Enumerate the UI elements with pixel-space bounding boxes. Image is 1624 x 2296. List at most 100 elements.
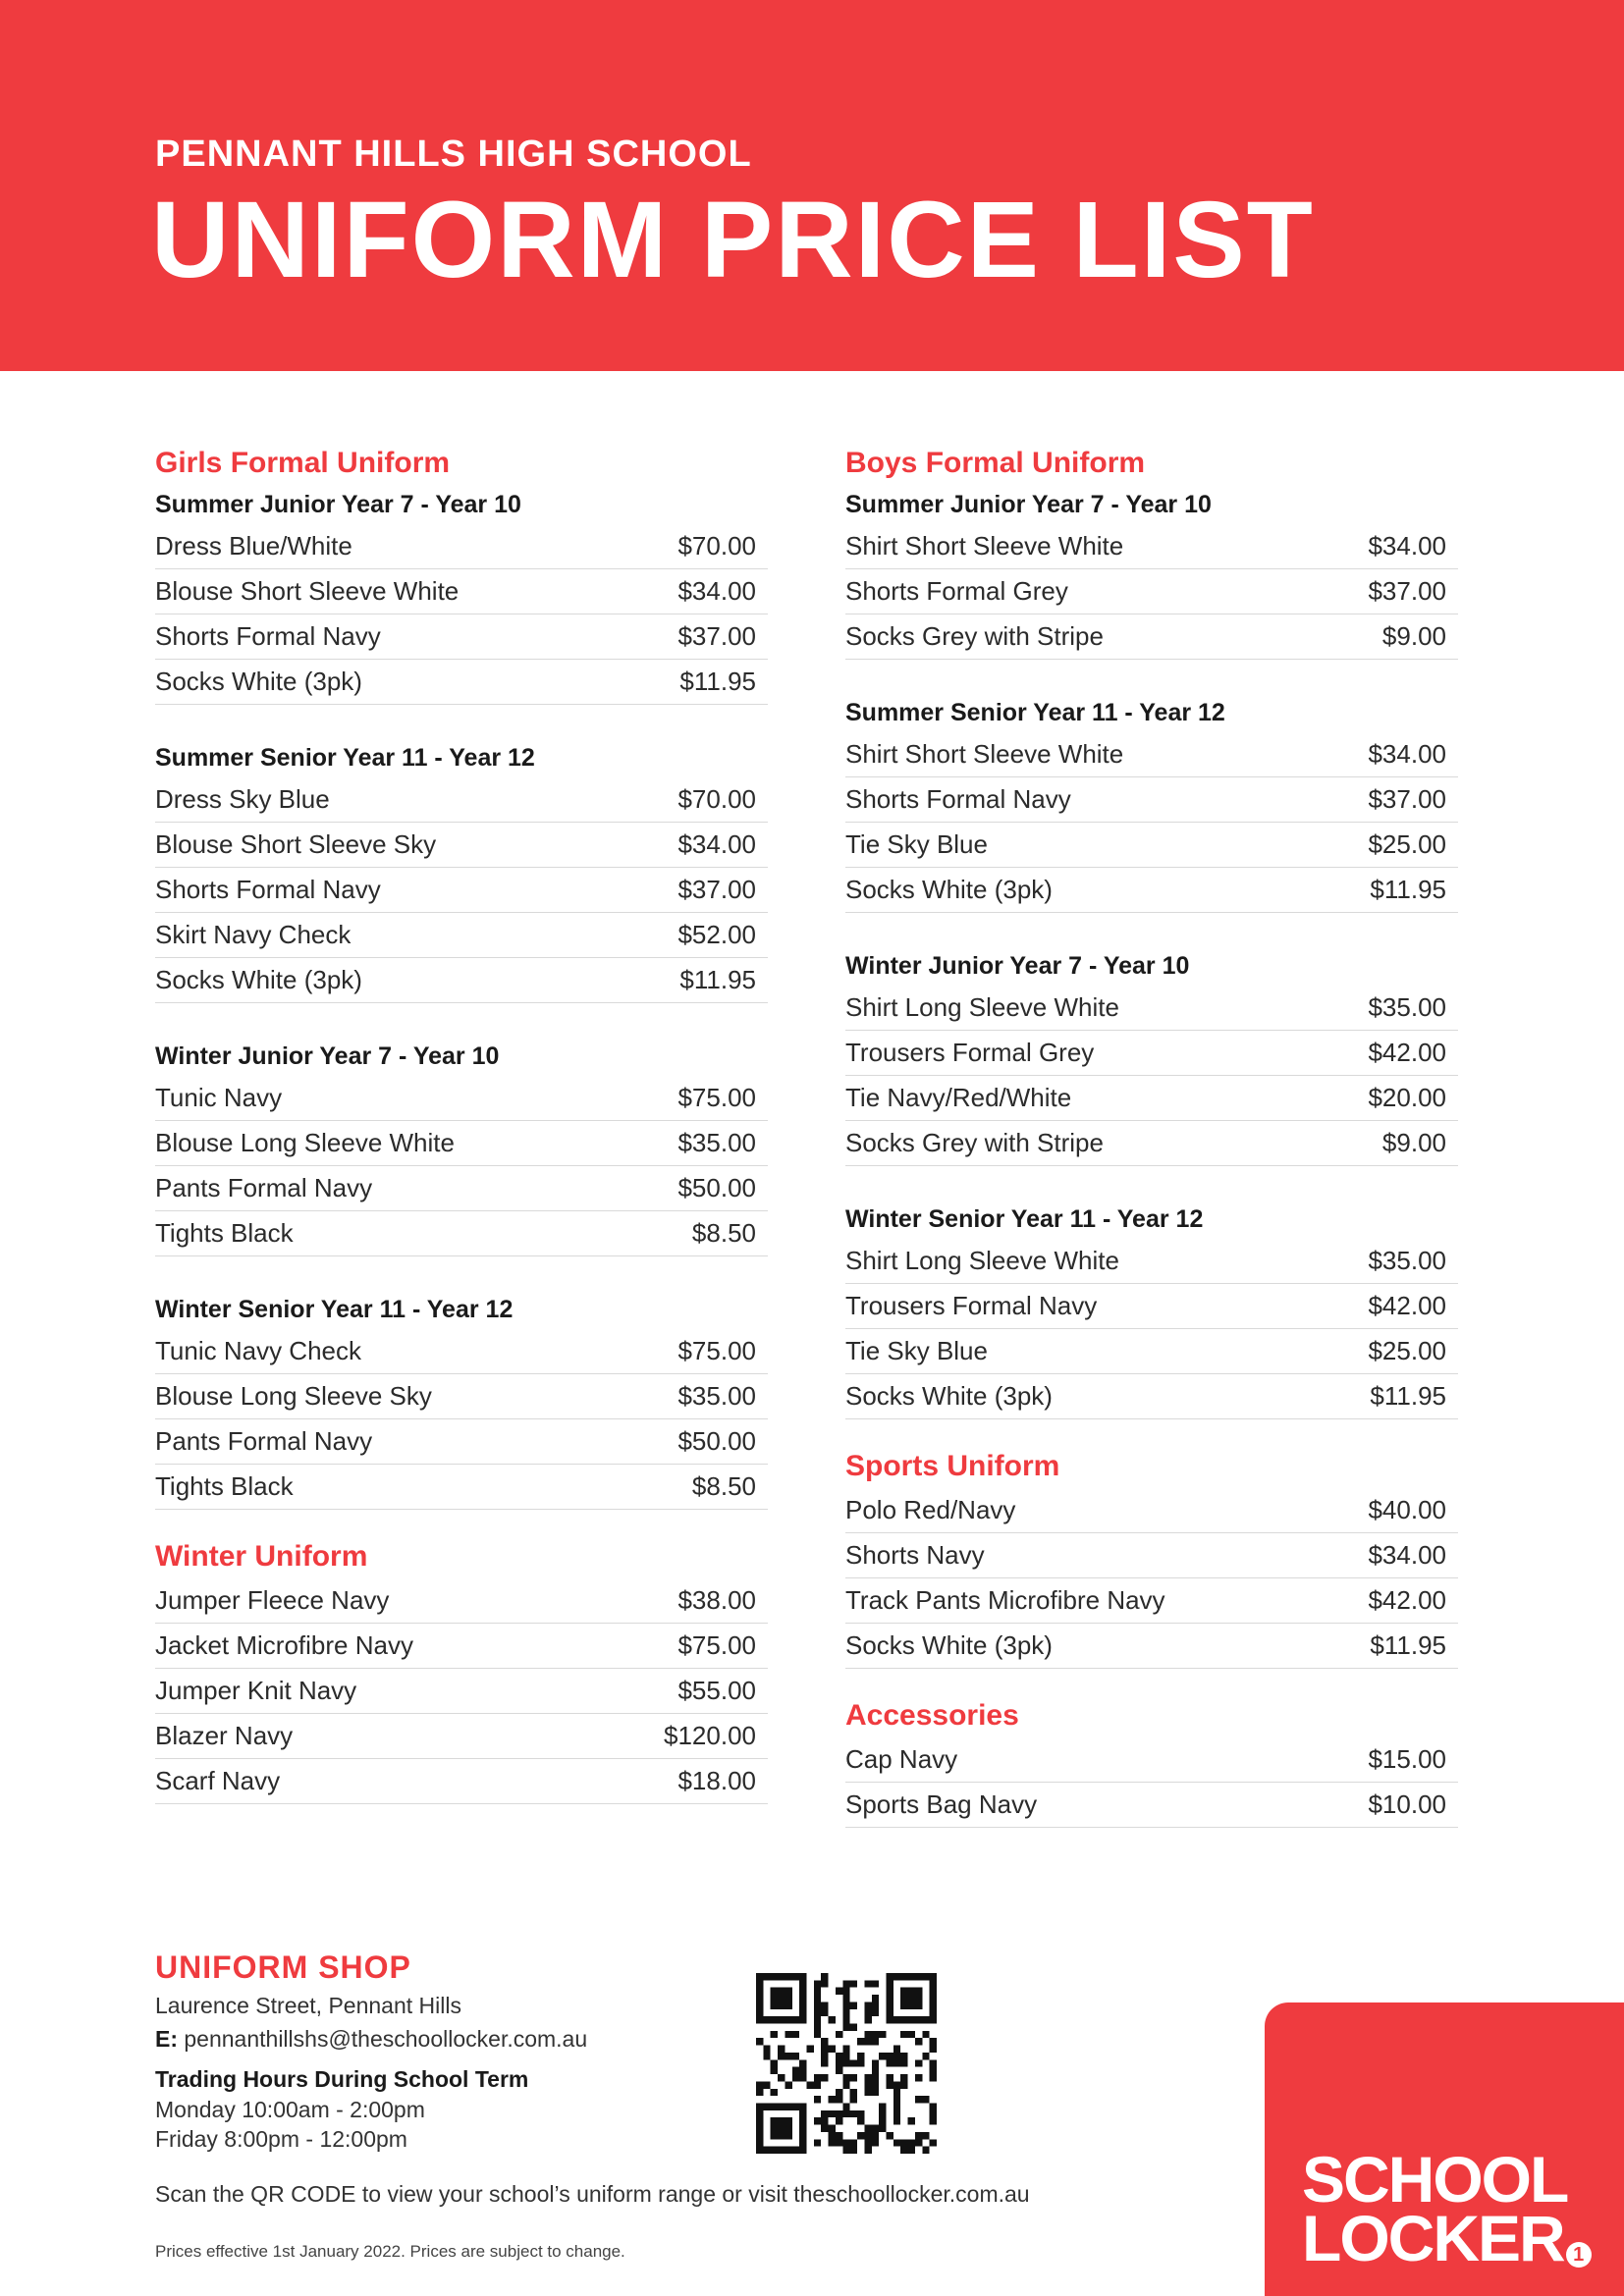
item-name: Blazer Navy (155, 1721, 294, 1750)
shop-address: Laurence Street, Pennant Hills (155, 1993, 461, 2018)
right-price-column: Boys Formal Uniform Summer Junior Year 7 … (845, 442, 1458, 1853)
price-row: Shorts Formal Navy $37.00 (155, 868, 768, 913)
item-name: Tie Sky Blue (845, 829, 988, 859)
email-label: E: (155, 2026, 178, 2052)
price-row: Blouse Short Sleeve White $34.00 (155, 569, 768, 614)
price-row: Blazer Navy $120.00 (155, 1714, 768, 1759)
item-price: $75.00 (677, 1336, 756, 1365)
item-price: $9.00 (1381, 1128, 1446, 1157)
item-price: $35.00 (677, 1128, 756, 1157)
group-subtitle: Summer Junior Year 7 - Year 10 (845, 491, 1212, 518)
price-row: Jacket Microfibre Navy $75.00 (155, 1624, 768, 1669)
item-price: $75.00 (677, 1630, 756, 1660)
item-name: Socks White (3pk) (155, 965, 362, 994)
item-price: $42.00 (1368, 1585, 1446, 1615)
price-row: Trousers Formal Grey $42.00 (845, 1031, 1458, 1076)
price-row: Polo Red/Navy $40.00 (845, 1488, 1458, 1533)
item-name: Shirt Short Sleeve White (845, 531, 1124, 561)
price-row: Socks Grey with Stripe $9.00 (845, 1121, 1458, 1166)
item-name: Polo Red/Navy (845, 1495, 1016, 1524)
item-price: $11.95 (1370, 875, 1446, 904)
item-price: $11.95 (679, 965, 756, 994)
price-row: Shirt Long Sleeve White $35.00 (845, 1239, 1458, 1284)
item-name: Trousers Formal Navy (845, 1291, 1098, 1320)
price-row: Socks White (3pk) $11.95 (155, 958, 768, 1003)
shop-title: UNIFORM SHOP (155, 1949, 411, 1985)
price-row: Skirt Navy Check $52.00 (155, 913, 768, 958)
item-price: $70.00 (677, 784, 756, 814)
item-name: Jumper Knit Navy (155, 1676, 357, 1705)
logo-wordmark: SCHOOL LOCKER 1 (1302, 2143, 1592, 2270)
group-subtitle: Winter Senior Year 11 - Year 12 (845, 1205, 1204, 1233)
item-name: Shorts Formal Navy (155, 621, 381, 651)
logo-line-2: LOCKER 1 (1302, 2206, 1592, 2270)
group-subtitle: Winter Junior Year 7 - Year 10 (845, 952, 1190, 980)
price-row: Shirt Short Sleeve White $34.00 (845, 732, 1458, 777)
price-row: Jumper Knit Navy $55.00 (155, 1669, 768, 1714)
item-name: Socks White (3pk) (845, 1630, 1053, 1660)
qr-code-icon[interactable] (756, 1973, 937, 2154)
item-name: Dress Blue/White (155, 531, 352, 561)
item-name: Shorts Formal Navy (845, 784, 1071, 814)
item-price: $10.00 (1368, 1789, 1446, 1819)
item-price: $18.00 (677, 1766, 756, 1795)
item-price: $50.00 (677, 1426, 756, 1456)
item-price: $120.00 (664, 1721, 756, 1750)
category-title: Sports Uniform (845, 1450, 1060, 1482)
item-name: Shorts Formal Grey (845, 576, 1068, 606)
price-row: Scarf Navy $18.00 (155, 1759, 768, 1804)
item-name: Socks White (3pk) (845, 1381, 1053, 1411)
item-name: Socks White (3pk) (155, 667, 362, 696)
uniform-shop-info: UNIFORM SHOP Laurence Street, Pennant Hi… (155, 1946, 705, 2154)
item-name: Jumper Fleece Navy (155, 1585, 390, 1615)
price-row: Sports Bag Navy $10.00 (845, 1783, 1458, 1828)
item-price: $34.00 (677, 829, 756, 859)
shop-email[interactable]: pennanthillshs@theschoollocker.com.au (184, 2026, 587, 2052)
shop-email-line: E: pennanthillshs@theschoollocker.com.au (155, 2022, 705, 2056)
item-name: Cap Navy (845, 1744, 958, 1774)
school-locker-logo: SCHOOL LOCKER 1 (1265, 2002, 1624, 2296)
header-banner: PENNANT HILLS HIGH SCHOOL UNIFORM PRICE … (0, 0, 1624, 371)
item-price: $38.00 (677, 1585, 756, 1615)
item-price: $37.00 (677, 621, 756, 651)
price-row: Shorts Formal Navy $37.00 (845, 777, 1458, 823)
category-title: Boys Formal Uniform (845, 447, 1146, 479)
price-row: Track Pants Microfibre Navy $42.00 (845, 1578, 1458, 1624)
item-name: Jacket Microfibre Navy (155, 1630, 413, 1660)
logo-line-2-text: LOCKER (1302, 2202, 1566, 2274)
price-row: Dress Blue/White $70.00 (155, 524, 768, 569)
item-price: $34.00 (677, 576, 756, 606)
group-subtitle: Winter Junior Year 7 - Year 10 (155, 1042, 500, 1070)
item-price: $42.00 (1368, 1291, 1446, 1320)
item-price: $37.00 (677, 875, 756, 904)
logo-line-1: SCHOOL (1302, 2143, 1569, 2216)
item-price: $9.00 (1381, 621, 1446, 651)
item-name: Pants Formal Navy (155, 1426, 373, 1456)
item-name: Socks White (3pk) (845, 875, 1053, 904)
item-name: Tie Sky Blue (845, 1336, 988, 1365)
price-row: Blouse Short Sleeve Sky $34.00 (155, 823, 768, 868)
item-price: $25.00 (1368, 829, 1446, 859)
item-name: Shirt Short Sleeve White (845, 739, 1124, 769)
item-price: $20.00 (1368, 1083, 1446, 1112)
item-price: $75.00 (677, 1083, 756, 1112)
price-row: Tights Black $8.50 (155, 1211, 768, 1256)
item-price: $25.00 (1368, 1336, 1446, 1365)
item-name: Sports Bag Navy (845, 1789, 1038, 1819)
group-subtitle: Summer Senior Year 11 - Year 12 (155, 744, 535, 772)
item-price: $8.50 (691, 1218, 756, 1248)
item-name: Pants Formal Navy (155, 1173, 373, 1202)
item-price: $70.00 (677, 531, 756, 561)
price-row: Dress Sky Blue $70.00 (155, 777, 768, 823)
item-name: Tunic Navy (155, 1083, 283, 1112)
price-row: Tie Sky Blue $25.00 (845, 823, 1458, 868)
